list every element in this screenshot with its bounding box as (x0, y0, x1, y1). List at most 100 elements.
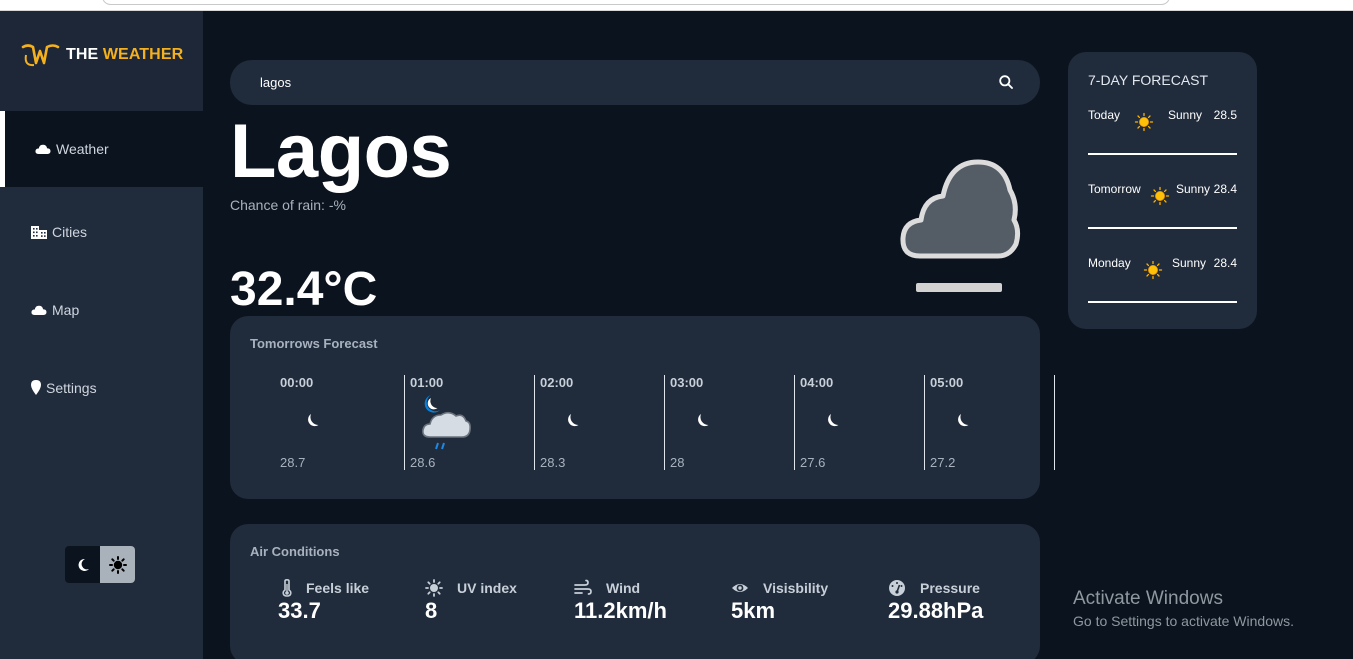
cloud-icon (30, 301, 48, 319)
theme-toggle[interactable] (65, 546, 135, 583)
gauge-icon (889, 580, 905, 596)
light-mode-button[interactable] (100, 546, 135, 583)
sun-icon (425, 579, 443, 597)
logo-icon (21, 44, 60, 67)
watermark-subtitle: Go to Settings to activate Windows. (1073, 613, 1294, 629)
sun-icon (1150, 186, 1170, 206)
search-icon[interactable] (998, 74, 1014, 90)
chance-of-rain: Chance of rain: -% (230, 197, 346, 213)
hour-temp: 28 (670, 455, 685, 470)
fog-icon (900, 159, 1021, 292)
windows-activation-watermark: Activate Windows Go to Settings to activ… (1073, 588, 1294, 629)
day-name: Tomorrow (1088, 182, 1141, 196)
cloud-icon (34, 140, 52, 158)
hour-time: 03:00 (670, 375, 704, 390)
air-item-feels-like: Feels like 33.7 (278, 579, 369, 624)
panel-title: 7-DAY FORECAST (1088, 72, 1209, 88)
hour-item: 02:00 28.3 (540, 375, 665, 470)
moon-icon (566, 411, 581, 429)
sidebar-item-settings[interactable]: Settings (0, 350, 203, 426)
day-condition: Sunny (1168, 108, 1203, 122)
moon-icon (956, 411, 971, 429)
day-condition: Sunny (1172, 256, 1207, 270)
day-row-tomorrow: Tomorrow Sunny 28.4 (1088, 182, 1237, 229)
logo-word-weather: WEATHER (102, 46, 184, 63)
hour-time: 01:00 (410, 375, 444, 390)
current-temperature: 32.4°C (230, 263, 378, 316)
air-conditions-panel: Air Conditions Feels like 33.7 UV index … (230, 524, 1040, 659)
sidebar-item-weather[interactable]: Weather (0, 111, 203, 187)
app-title: THE WEATHER (66, 46, 183, 64)
sidebar-item-cities[interactable]: Cities (0, 194, 203, 270)
logo-word-the: THE (66, 46, 99, 63)
hour-temp: 28.7 (280, 455, 306, 470)
hour-item: 05:00 27.2 (930, 375, 1055, 470)
sidebar-item-label: Map (52, 302, 80, 318)
day-row-today: Today Sunny 28.5 (1088, 108, 1237, 155)
hourly-forecast-panel: Tomorrows Forecast 00:00 28.7 01:00 28.6… (230, 316, 1055, 499)
day-temp: 28.4 (1213, 256, 1237, 270)
air-value: 29.88hPa (888, 598, 984, 623)
app-logo[interactable]: THE WEATHER (20, 41, 183, 69)
hour-temp: 28.6 (410, 455, 436, 470)
air-label: UV index (457, 580, 517, 596)
watermark-title: Activate Windows (1073, 588, 1223, 609)
sidebar-item-label: Weather (56, 141, 109, 157)
air-item-uv-index: UV index 8 (425, 579, 517, 624)
air-value: 5km (731, 598, 776, 623)
hour-item: 04:00 27.6 (800, 375, 925, 470)
map-pin-icon (30, 379, 42, 397)
air-item-wind: Wind 11.2km/h (574, 579, 667, 624)
day-row-monday: Monday Sunny 28.4 (1088, 256, 1237, 303)
sidebar-item-label: Cities (52, 224, 88, 240)
air-value: 33.7 (278, 598, 321, 623)
sun-icon (108, 555, 127, 574)
thermometer-icon (282, 579, 292, 597)
wind-icon (574, 579, 592, 595)
city-name: Lagos (230, 109, 452, 194)
hour-item: 01:00 28.6 (410, 375, 535, 470)
dark-mode-button[interactable] (65, 546, 100, 583)
hour-temp: 27.2 (930, 455, 956, 470)
hour-time: 00:00 (280, 375, 314, 390)
air-value: 11.2km/h (574, 598, 667, 623)
sun-icon (1143, 260, 1163, 280)
day-temp: 28.4 (1213, 182, 1237, 196)
browser-toolbar (0, 0, 1353, 11)
search-bar (230, 60, 1040, 105)
sidebar: THE WEATHER Weather Cities Map Settings (0, 11, 203, 659)
seven-day-forecast-panel: 7-DAY FORECAST Today Sunny 28.5 Tomorrow… (1068, 52, 1257, 329)
hour-temp: 28.3 (540, 455, 566, 470)
air-label: Visisbility (763, 580, 829, 596)
air-label: Pressure (920, 580, 980, 596)
air-value: 8 (425, 598, 438, 623)
day-condition: Sunny (1176, 182, 1211, 196)
eye-icon (732, 584, 748, 592)
hour-time: 02:00 (540, 375, 574, 390)
logo-area: THE WEATHER (0, 11, 203, 111)
air-item-pressure: Pressure 29.88hPa (888, 579, 983, 624)
moon-icon (306, 411, 321, 429)
panel-title: Tomorrows Forecast (250, 336, 378, 351)
city-icon (30, 223, 48, 241)
moon-icon (78, 558, 89, 571)
day-temp: 28.5 (1213, 108, 1237, 122)
sun-icon (1134, 112, 1154, 132)
moon-icon (696, 411, 711, 429)
air-label: Wind (606, 580, 641, 596)
moon-icon (826, 411, 841, 429)
hour-item: 00:00 28.7 (280, 375, 405, 470)
air-item-visibility: Visisbility 5km (731, 579, 828, 624)
sidebar-item-map[interactable]: Map (0, 272, 203, 348)
day-name: Today (1088, 108, 1121, 122)
sidebar-item-label: Settings (46, 380, 97, 396)
hour-temp: 27.6 (800, 455, 826, 470)
day-name: Monday (1088, 256, 1131, 270)
hour-time: 04:00 (800, 375, 834, 390)
hour-item: 03:00 28 (670, 375, 795, 470)
night-rain-icon (422, 395, 471, 450)
address-bar[interactable] (102, 0, 1170, 5)
air-label: Feels like (306, 580, 370, 596)
search-input[interactable] (260, 72, 960, 92)
hour-time: 05:00 (930, 375, 964, 390)
